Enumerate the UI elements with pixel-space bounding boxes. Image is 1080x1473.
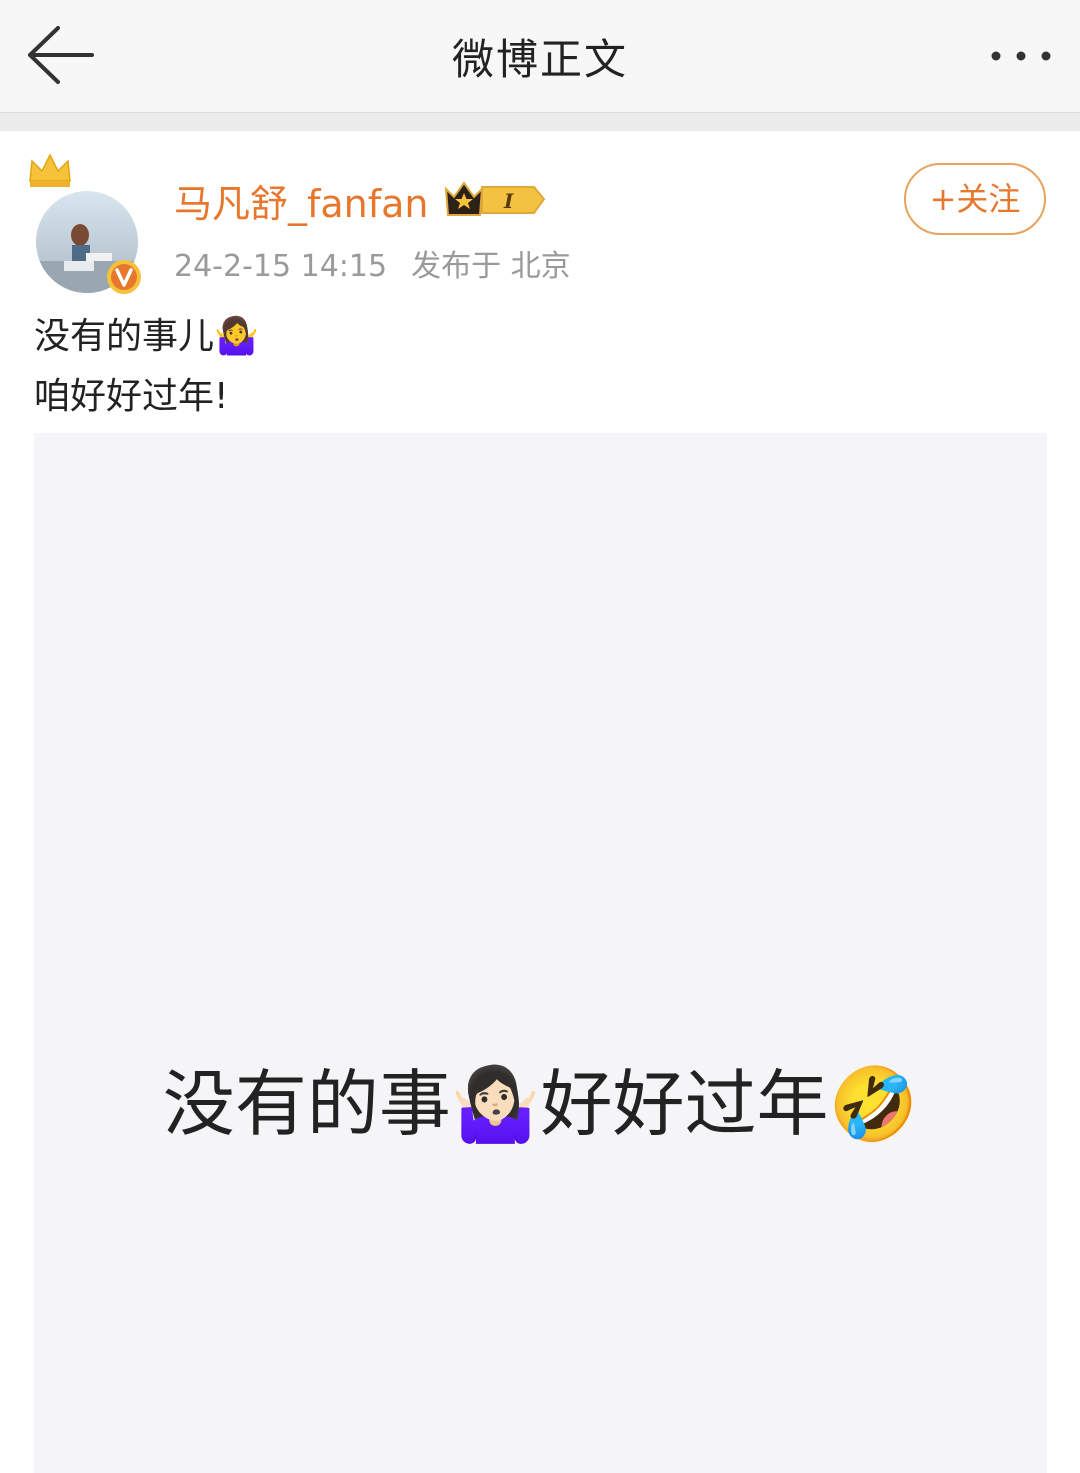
section-divider — [0, 113, 1080, 131]
crown-icon — [29, 153, 71, 187]
post-location: 发布于 北京 — [411, 249, 571, 284]
post-timestamp: 24-2-15 14:15 — [174, 249, 388, 284]
avatar-container[interactable] — [26, 151, 156, 294]
verified-icon — [107, 260, 141, 294]
post-text-line: 没有的事儿🤷‍♀️ — [34, 316, 259, 357]
post-image[interactable]: 没有的事🤷🏻‍♀️好好过年🤣 — [34, 433, 1047, 1473]
page-title: 微博正文 — [451, 35, 628, 84]
post-card: 马凡舒_fanfan I 24-2-15 14:15 发布于 北京 +关注 没有的… — [0, 131, 1080, 1473]
post-meta: 24-2-15 14:15 发布于 北京 — [174, 241, 571, 285]
more-button[interactable] — [988, 36, 1054, 76]
username[interactable]: 马凡舒_fanfan — [174, 173, 429, 228]
post-text-line: 咱好好过年! — [34, 376, 229, 417]
post-text: 没有的事儿🤷‍♀️ 咱好好过年! — [34, 307, 259, 427]
vip-badge-icon[interactable]: I — [442, 179, 548, 219]
svg-text:I: I — [503, 189, 514, 213]
image-caption: 没有的事🤷🏻‍♀️好好过年🤣 — [162, 1062, 919, 1146]
more-icon — [991, 51, 1051, 61]
top-bar: 微博正文 — [0, 0, 1080, 113]
follow-button[interactable]: +关注 — [904, 163, 1046, 235]
